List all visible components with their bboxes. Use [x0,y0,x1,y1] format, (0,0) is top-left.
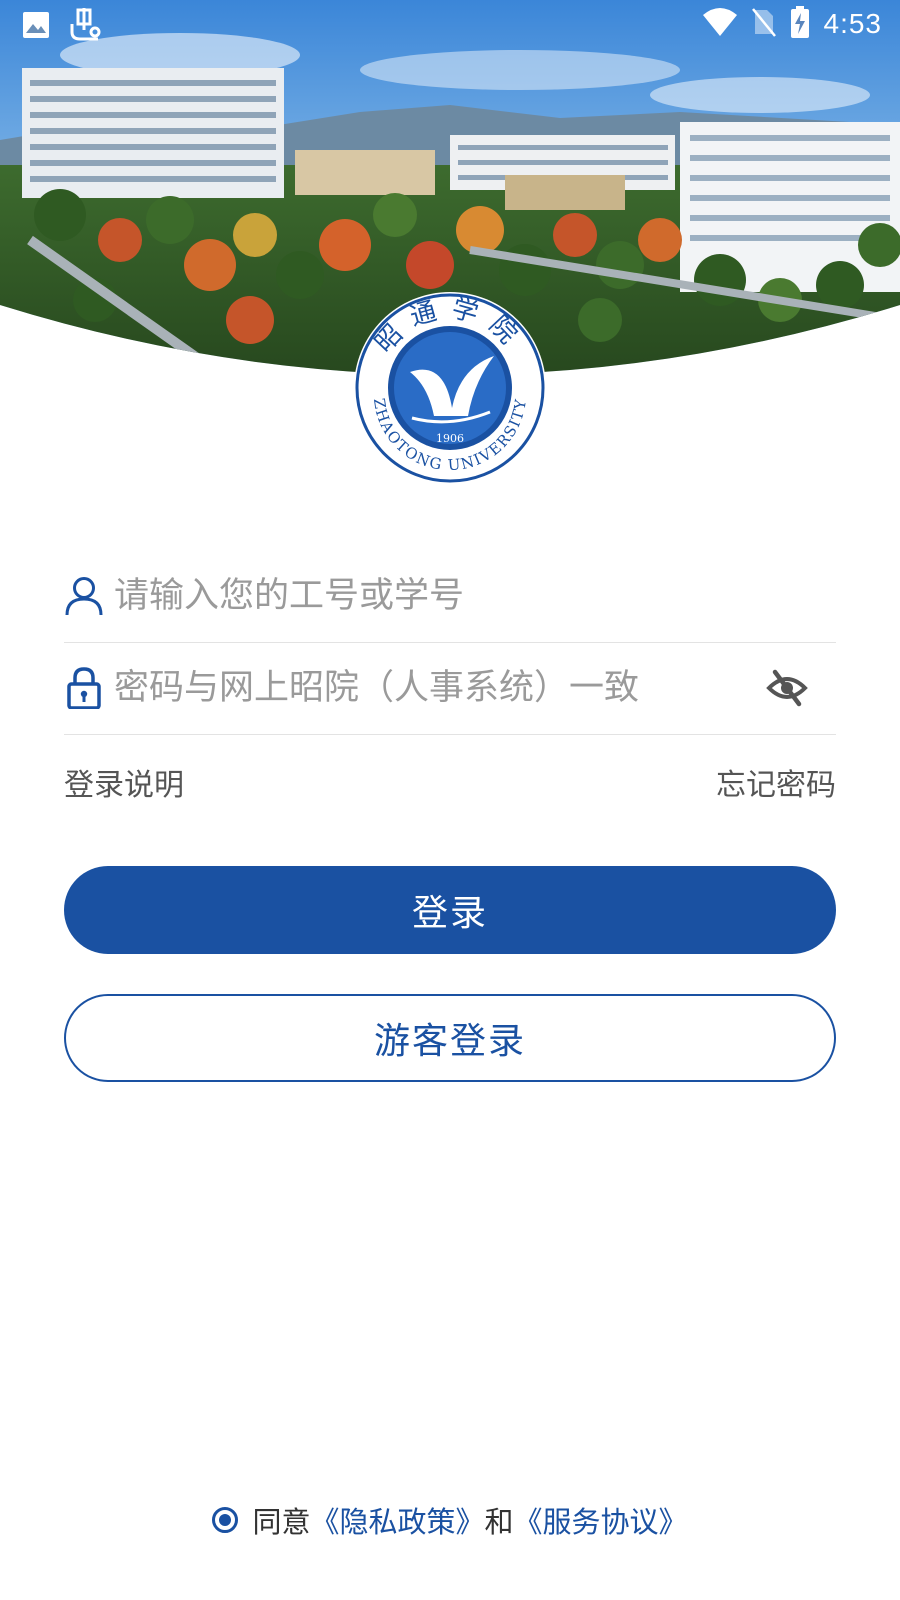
username-input[interactable] [114,566,836,626]
service-agreement-link[interactable]: 《服务协议》 [514,1499,688,1541]
seal-year: 1906 [436,432,464,445]
forgot-password-link[interactable]: 忘记密码 [716,760,836,804]
agreement-row: 同意 《隐私政策》 和 《服务协议》 [0,1496,900,1544]
battery-charging-icon [790,6,810,42]
password-field [64,642,836,735]
password-input[interactable] [114,658,762,718]
agree-text: 同意 [252,1505,311,1539]
lock-icon [64,666,104,710]
username-field [64,550,836,643]
bug-icon [68,8,102,46]
guest-login-button[interactable]: 游客登录 [64,994,836,1082]
login-help-link[interactable]: 登录说明 [64,760,184,804]
no-sim-icon [751,7,776,41]
status-bar: 4:53 [0,0,900,48]
status-right: 4:53 [702,6,883,42]
university-seal-icon: 1906 昭通学院 ZHAOTONG UNIVERSITY [354,292,546,484]
image-icon [22,11,50,43]
form-links: 登录说明 忘记密码 [64,758,836,806]
and-text: 和 [484,1505,514,1539]
privacy-policy-link[interactable]: 《隐私政策》 [310,1499,484,1541]
university-logo: 1906 昭通学院 ZHAOTONG UNIVERSITY [352,290,548,486]
agree-radio[interactable] [212,1507,239,1533]
wifi-icon [702,7,738,41]
login-button[interactable]: 登录 [64,866,836,954]
status-left [22,8,102,46]
status-time: 4:53 [823,8,882,39]
eye-slash-icon[interactable] [762,663,812,713]
user-icon [64,574,104,618]
login-page: 4:53 1906 昭通学院 ZHAOTONG UNIVERSITY 请输入您的… [0,0,900,1600]
agree-radio-dot [219,1514,232,1526]
